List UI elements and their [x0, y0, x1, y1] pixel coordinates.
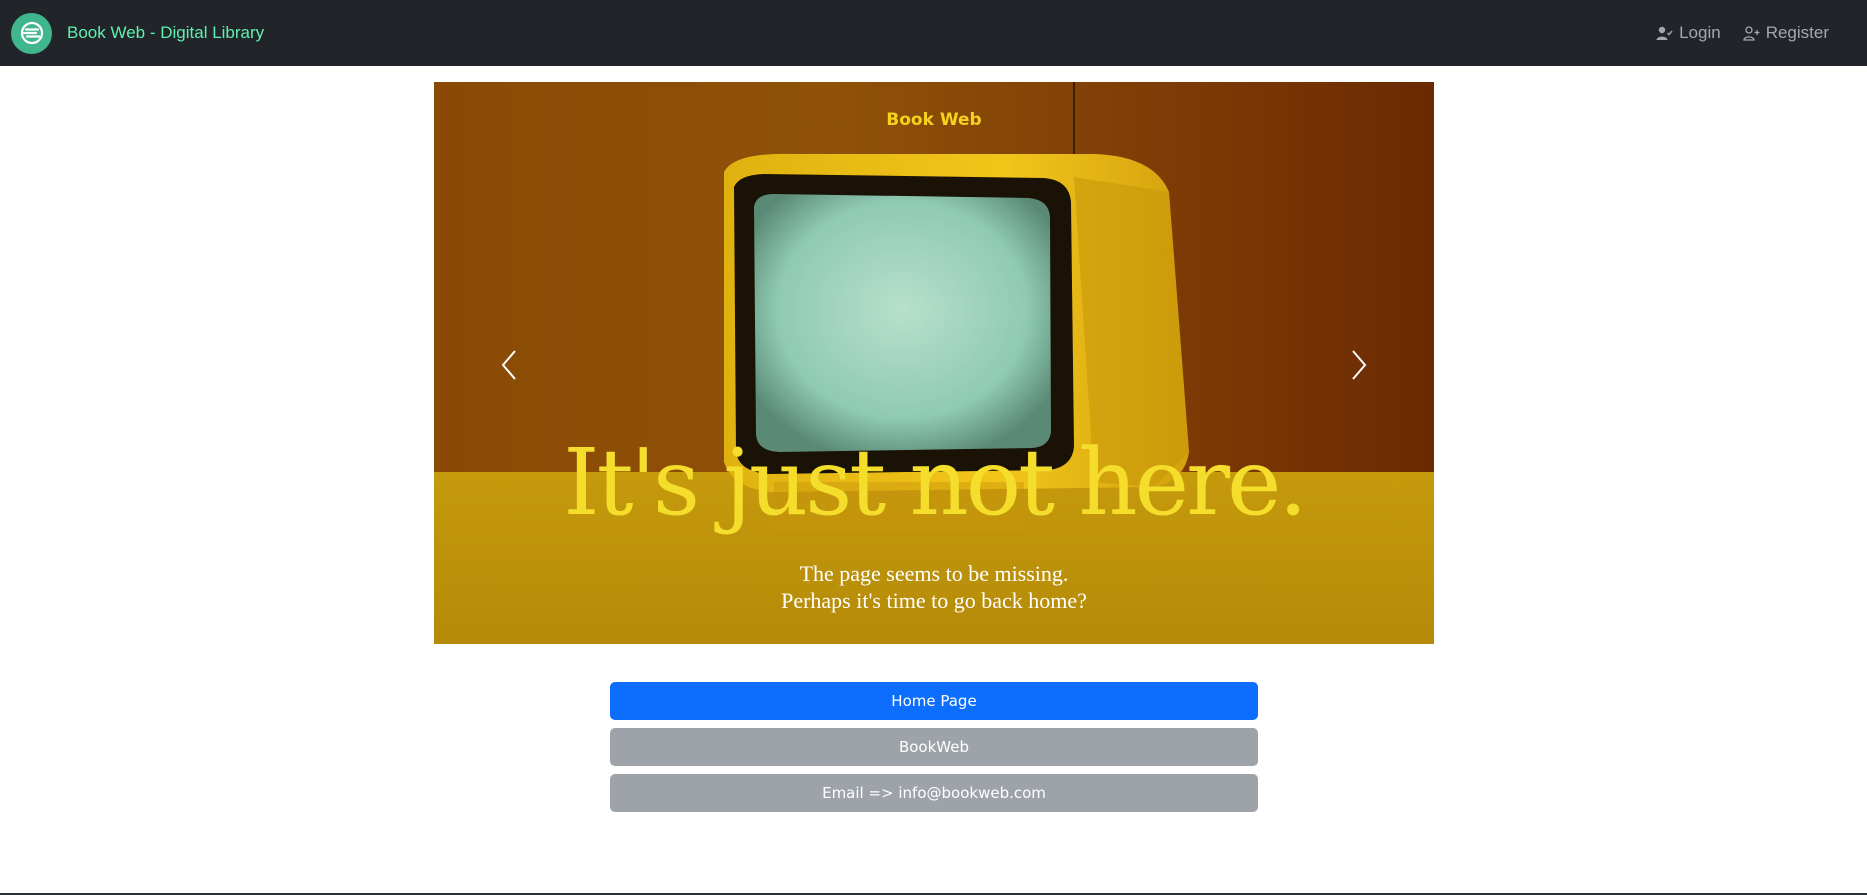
nav-actions: Login Register — [1656, 0, 1829, 66]
navbar: Book Web - Digital Library Login Registe… — [0, 0, 1867, 66]
hero-brand: Book Web — [886, 110, 982, 130]
user-check-icon — [1656, 26, 1673, 40]
email-button[interactable]: Email => info@bookweb.com — [610, 774, 1258, 812]
brand-title: Book Web - Digital Library — [67, 23, 265, 42]
hero-subtitle-line-1: The page seems to be missing. — [799, 561, 1069, 586]
carousel-next-button[interactable] — [1329, 327, 1389, 402]
home-page-button[interactable]: Home Page — [610, 682, 1258, 720]
brand-link[interactable]: Book Web - Digital Library — [11, 12, 265, 54]
action-buttons: Home Page BookWeb Email => info@bookweb.… — [610, 682, 1258, 820]
login-link[interactable]: Login — [1656, 23, 1721, 43]
brand-logo-icon — [11, 12, 52, 54]
hero-subtitle-line-2: Perhaps it's time to go back home? — [781, 588, 1087, 613]
chevron-left-icon — [501, 349, 516, 380]
carousel-prev-button[interactable] — [479, 327, 539, 402]
register-link[interactable]: Register — [1742, 23, 1829, 43]
chevron-right-icon — [1352, 349, 1367, 380]
bookweb-button[interactable]: BookWeb — [610, 728, 1258, 766]
hero-title: It's just not here. — [563, 429, 1308, 536]
user-plus-icon — [1742, 25, 1760, 41]
hero-carousel: Book Web It's just not here. The page se… — [434, 82, 1434, 644]
hero-subtitle: The page seems to be missing. Perhaps it… — [434, 560, 1434, 614]
login-label: Login — [1679, 23, 1721, 42]
register-label: Register — [1765, 23, 1829, 42]
